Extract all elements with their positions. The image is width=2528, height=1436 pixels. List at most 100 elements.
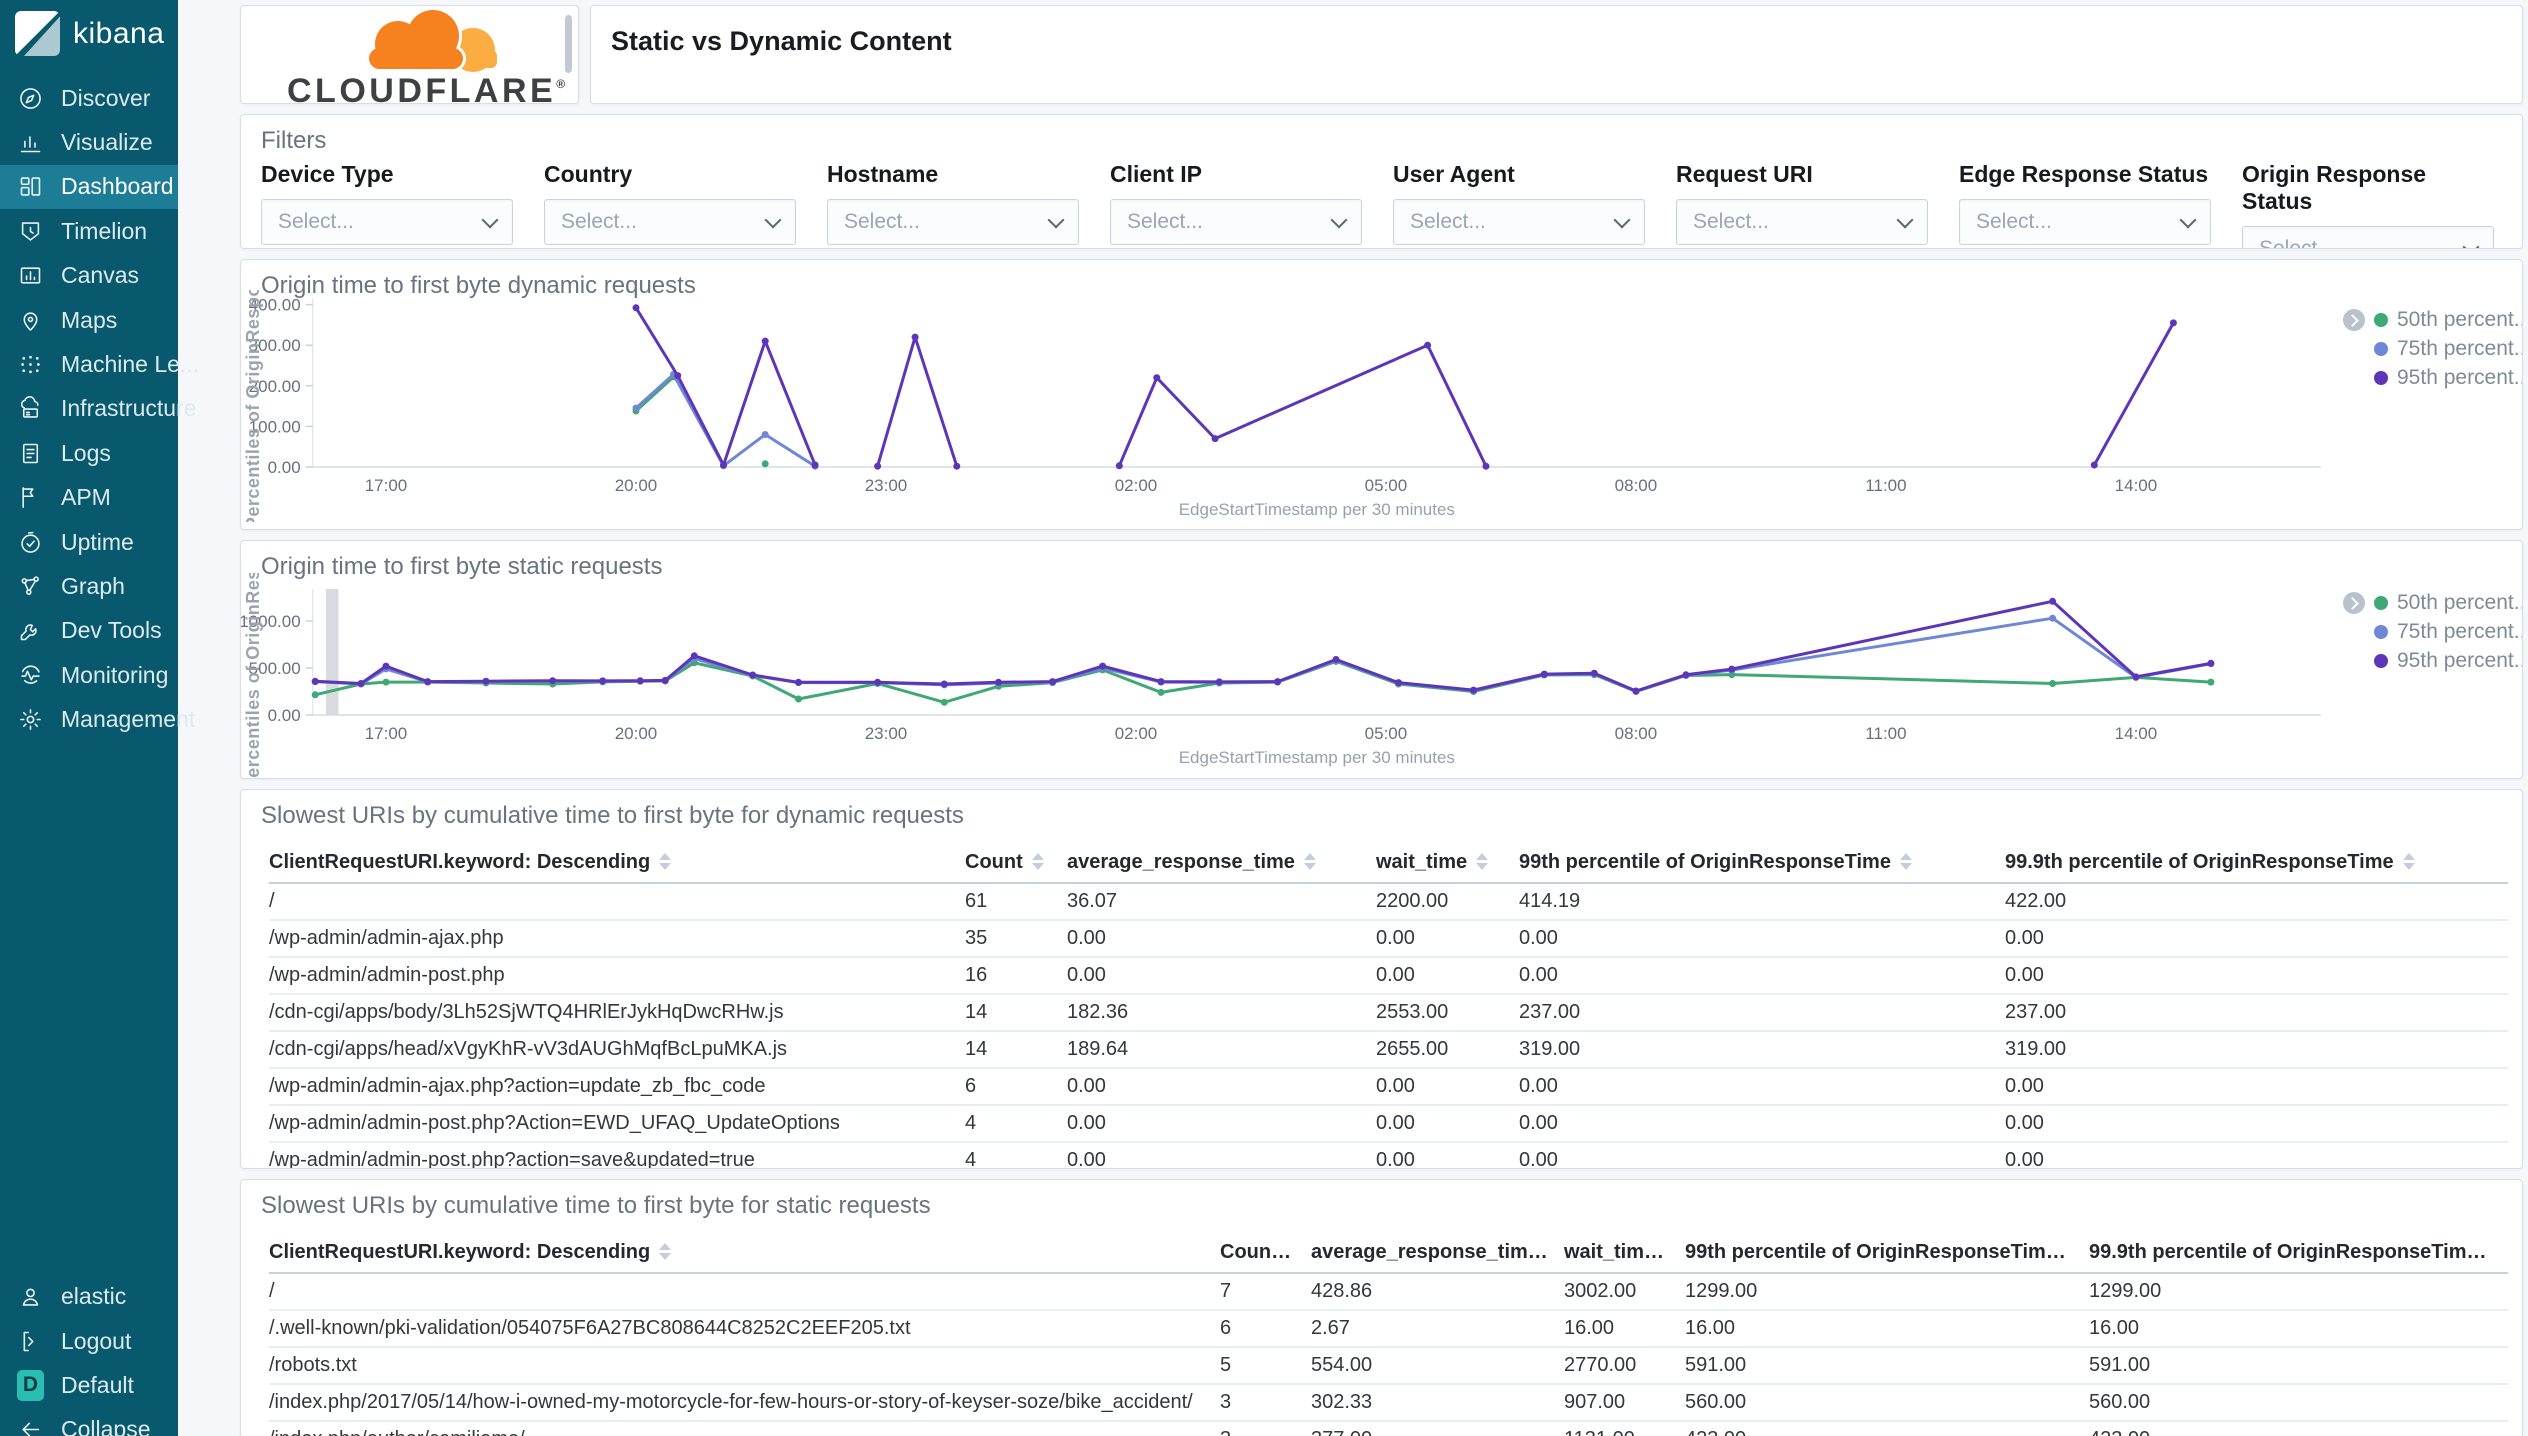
filter-label: Edge Response Status <box>1959 161 2209 187</box>
column-header-label: 99th percentile of OriginResponseTime <box>1685 1240 2057 1263</box>
table-cell: 423.00 <box>1685 1428 2089 1436</box>
sidebar-item-elastic[interactable]: elastic <box>0 1274 178 1318</box>
legend-expand-icon[interactable] <box>2343 592 2365 614</box>
table-cell: 16.00 <box>1685 1317 1736 1339</box>
panel-scrollbar[interactable] <box>565 15 572 73</box>
legend-item-95th-percentile[interactable]: 95th percent... <box>2374 366 2522 390</box>
uptime-icon <box>17 529 44 556</box>
sidebar-item-label: Canvas <box>61 262 139 289</box>
table-cell: 423.00 <box>2089 1428 2508 1436</box>
table-cell: 0.00 <box>2005 927 2044 949</box>
sidebar-item-label: APM <box>61 484 111 511</box>
sidebar-item-logout[interactable]: Logout <box>0 1319 178 1363</box>
legend-item-75th-percentile[interactable]: 75th percent... <box>2374 620 2522 644</box>
sidebar-item-label: Infrastructure <box>61 395 197 422</box>
sidebar-item-uptime[interactable]: Uptime <box>0 520 178 564</box>
sidebar-item-apm[interactable]: APM <box>0 476 178 520</box>
table-cell: 189.64 <box>1067 1038 1129 1060</box>
table-cell: 7 <box>1220 1280 1232 1302</box>
column-header-clientrequesturi-keyword-descending[interactable]: ClientRequestURI.keyword: Descending <box>269 851 965 874</box>
select-placeholder: Select... <box>1976 210 2052 233</box>
filter-select-edge-response-status[interactable]: Select... <box>1959 199 2211 245</box>
table-cell: /.well-known/pki-validation/054075F6A27B… <box>269 1317 911 1339</box>
sidebar-item-canvas[interactable]: Canvas <box>0 254 178 298</box>
infrastructure-icon <box>17 395 44 422</box>
legend-item-50th-percentile[interactable]: 50th percent... <box>2374 591 2522 615</box>
column-header-count[interactable]: Count <box>965 851 1067 874</box>
filter-label: Client IP <box>1110 161 1203 187</box>
filter-field-request-uri: Request URI Select... <box>1676 161 1928 248</box>
table-cell: 16.00 <box>1564 1317 1615 1339</box>
table-row: / 61 36.07 2200.00 414.19 422.00 <box>269 884 2508 921</box>
column-header-wait-time[interactable]: wait_time <box>1376 851 1519 874</box>
sidebar-item-dev-tools[interactable]: Dev Tools <box>0 609 178 653</box>
sidebar-item-discover[interactable]: Discover <box>0 76 178 120</box>
table-panel-dynamic-uris: Slowest URIs by cumulative time to first… <box>240 789 2523 1169</box>
space-badge: D <box>17 1369 44 1401</box>
sidebar-item-collapse[interactable]: Collapse <box>0 1408 178 1436</box>
select-placeholder: Select... <box>1127 210 1203 233</box>
legend-dot-icon <box>2374 313 2388 327</box>
table-cell: 377.00 <box>1311 1428 1564 1436</box>
legend-expand-icon[interactable] <box>2343 309 2365 331</box>
column-header-count[interactable]: Count <box>1220 1241 1311 1264</box>
sidebar-item-timelion[interactable]: Timelion <box>0 209 178 253</box>
filter-label: Origin Response Status <box>2242 161 2427 214</box>
table-title: Slowest URIs by cumulative time to first… <box>261 802 964 829</box>
column-header-99-9th-percentile-of-originresponsetime[interactable]: 99.9th percentile of OriginResponseTime <box>2089 1241 2508 1264</box>
sidebar-item-logs[interactable]: Logs <box>0 431 178 475</box>
filter-select-country[interactable]: Select... <box>544 199 796 245</box>
column-header-wait-time[interactable]: wait_time <box>1564 1241 1685 1264</box>
column-header-average-response-time[interactable]: average_response_time <box>1067 851 1376 874</box>
table-cell: 3 <box>1220 1428 1311 1436</box>
table-cell: 2770.00 <box>1564 1354 1637 1376</box>
legend-item-75th-percentile[interactable]: 75th percent... <box>2374 337 2522 361</box>
filter-select-hostname[interactable]: Select... <box>827 199 1079 245</box>
sidebar-item-monitoring[interactable]: Monitoring <box>0 653 178 697</box>
chevron-down-icon <box>2462 238 2480 248</box>
table-cell: 3 <box>1220 1391 1232 1413</box>
table-cell: 0.00 <box>1376 964 1415 986</box>
sidebar-item-default[interactable]: D Default <box>0 1363 178 1407</box>
sort-icon <box>1031 852 1044 870</box>
table-row: /index.php/author/camiliame/3377.001131.… <box>269 1422 2508 1436</box>
sidebar-item-graph[interactable]: Graph <box>0 564 178 608</box>
column-header-99th-percentile-of-originresponsetime[interactable]: 99th percentile of OriginResponseTime <box>1519 851 2005 874</box>
sidebar-item-visualize[interactable]: Visualize <box>0 120 178 164</box>
column-header-clientrequesturi-keyword-descending[interactable]: ClientRequestURI.keyword: Descending <box>269 1241 1220 1264</box>
table-row: /wp-admin/admin-post.php 16 0.00 0.00 0.00 0.… <box>269 958 2508 995</box>
filter-field-country: Country Select... <box>544 161 796 248</box>
sidebar-item-label: Management <box>61 706 196 733</box>
filter-select-origin-response-status[interactable]: Select... <box>2242 226 2494 249</box>
column-header-label: 99.9th percentile of OriginResponseTime <box>2005 850 2394 873</box>
table-cell: 2553.00 <box>1376 1001 1449 1023</box>
filter-select-client-ip[interactable]: Select... <box>1110 199 1362 245</box>
column-header-99-9th-percentile-of-originresponsetime[interactable]: 99.9th percentile of OriginResponseTime <box>2005 851 2508 874</box>
table-cell: 0.00 <box>1519 964 1558 986</box>
table-cell: 1299.00 <box>2089 1280 2162 1302</box>
sidebar-item-infrastructure[interactable]: Infrastructure <box>0 387 197 431</box>
select-placeholder: Select... <box>2259 237 2335 249</box>
table-cell: 6 <box>965 1075 977 1097</box>
table-cell: /wp-admin/admin-ajax.php <box>269 927 504 949</box>
legend-label: 50th percent... <box>2397 308 2523 331</box>
markdown-title-panel: Static vs Dynamic Content <box>590 5 2523 104</box>
sidebar-item-management[interactable]: Management <box>0 697 195 741</box>
chevron-down-icon <box>1330 211 1348 228</box>
column-header-average-response-time[interactable]: average_response_time <box>1311 1241 1564 1264</box>
sidebar-item-dashboard[interactable]: Dashboard <box>0 164 178 210</box>
svg-text:14:00: 14:00 <box>2115 724 2158 743</box>
column-header-label: 99th percentile of OriginResponseTime <box>1519 850 1891 873</box>
filter-select-device-type[interactable]: Select... <box>261 199 513 245</box>
maps-icon <box>17 307 44 334</box>
sidebar-item-machine-le[interactable]: Machine Le... <box>0 342 199 386</box>
filter-select-request-uri[interactable]: Select... <box>1676 199 1928 245</box>
sort-icon <box>659 1242 672 1260</box>
kibana-logo[interactable]: kibana <box>0 0 178 66</box>
svg-text:17:00: 17:00 <box>365 724 408 743</box>
sidebar-item-maps[interactable]: Maps <box>0 298 178 342</box>
column-header-99th-percentile-of-originresponsetime[interactable]: 99th percentile of OriginResponseTime <box>1685 1241 2089 1264</box>
legend-item-50th-percentile[interactable]: 50th percent... <box>2374 308 2523 332</box>
filter-select-user-agent[interactable]: Select... <box>1393 199 1645 245</box>
legend-item-95th-percentile[interactable]: 95th percent... <box>2374 649 2522 673</box>
